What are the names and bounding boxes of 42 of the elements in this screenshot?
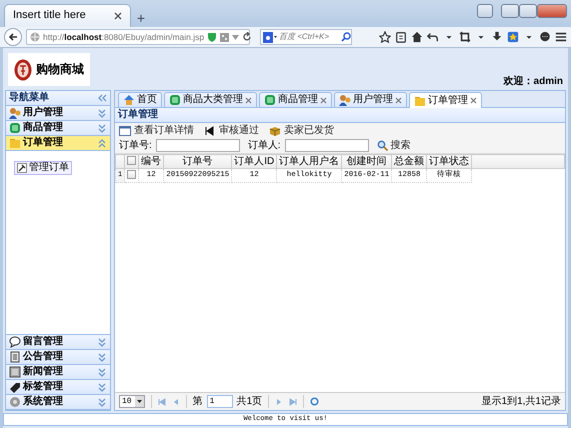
address-bar[interactable]: http://localhost:8080/Ebuy/admin/main.jsp (26, 29, 250, 45)
search-button[interactable]: 搜索 (376, 140, 411, 152)
pager-info: 显示1到1,共1记录 (482, 396, 561, 408)
toolbar-button[interactable]: 查看订单详情 (119, 124, 194, 136)
tab[interactable]: 商品大类管理 (164, 92, 257, 107)
accordion-header[interactable]: 商品管理 (6, 121, 110, 136)
column-header[interactable]: 订单人ID (232, 154, 277, 168)
column-header[interactable]: 总金额 (392, 154, 427, 168)
tab[interactable]: 用户管理 (334, 92, 407, 107)
column-header[interactable]: 创建时间 (342, 154, 392, 168)
tab[interactable]: 订单管理 (409, 92, 482, 108)
page-count: 共1页 (236, 396, 262, 408)
accordion-header[interactable]: 留言管理 (6, 335, 110, 350)
logo-text: 购物商城 (36, 62, 84, 77)
panel-title: 订单管理 (118, 109, 158, 121)
menu-item[interactable]: 管理订单 (14, 161, 72, 175)
field-label: 订单人: (248, 140, 281, 152)
new-tab-button[interactable]: + (131, 10, 151, 27)
toolbar-button[interactable]: 审核通过 (204, 124, 259, 136)
page-input[interactable]: 1 (206, 395, 233, 408)
column-header[interactable]: 订单号 (164, 154, 232, 168)
column-header[interactable]: 订单人用户名 (276, 154, 342, 168)
accordion-header[interactable]: 用户管理 (6, 106, 110, 121)
toolbar-button[interactable]: 卖家已发货 (269, 124, 334, 136)
accordion-header[interactable]: 公告管理 (6, 350, 110, 365)
column-header[interactable]: 编号 (138, 154, 164, 168)
sidebar-title: 导航菜单 (9, 92, 49, 104)
accordion-header[interactable]: 标签管理 (6, 380, 110, 395)
browser-tab[interactable]: Insert title here (4, 4, 131, 27)
column-header[interactable]: 订单状态 (426, 154, 472, 168)
search-bar[interactable]: 百度 <Ctrl+K> (260, 29, 352, 45)
page-size-select[interactable]: 10 (119, 395, 145, 408)
tab[interactable]: 首页 (118, 92, 162, 107)
page-label: 第 (192, 396, 203, 408)
url-text: http://localhost:8080/Ebuy/admin/main.jsp (43, 32, 204, 42)
accordion-header[interactable]: 订单管理 (6, 136, 110, 151)
accordion-header[interactable]: 系统管理 (6, 395, 110, 410)
tab[interactable]: 商品管理 (259, 92, 332, 107)
welcome-text: 欢迎：admin (504, 76, 563, 88)
accordion-header[interactable]: 新闻管理 (6, 365, 110, 380)
search-input[interactable]: 百度 <Ctrl+K> (279, 32, 339, 42)
field-label: 订单号: (119, 140, 152, 152)
